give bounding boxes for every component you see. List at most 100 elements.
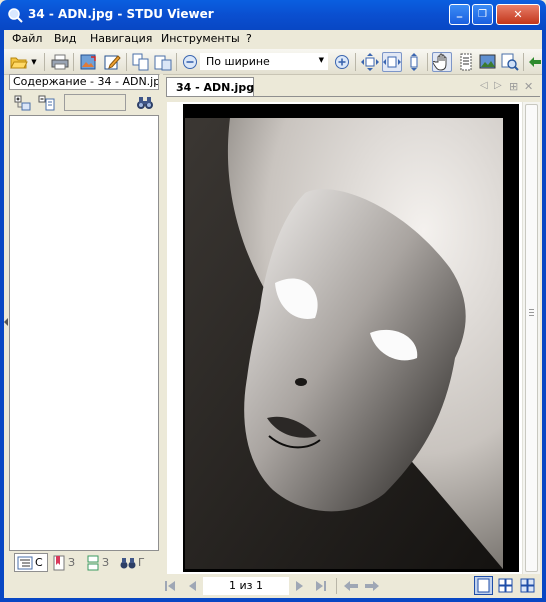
menu-help[interactable]: ? bbox=[246, 32, 252, 45]
zoom-in-icon bbox=[335, 55, 349, 69]
grid-pages-icon bbox=[498, 578, 513, 593]
previous-page-button[interactable] bbox=[184, 579, 200, 593]
fit-height-button[interactable] bbox=[404, 52, 424, 72]
collapse-tree-icon bbox=[38, 95, 55, 111]
toolbar-separator bbox=[523, 53, 524, 71]
two-page-layout-button[interactable] bbox=[496, 576, 515, 595]
contents-find-button[interactable] bbox=[136, 95, 154, 111]
single-page-layout-button[interactable] bbox=[474, 576, 493, 595]
edit-button[interactable] bbox=[102, 52, 122, 72]
copy-icon bbox=[132, 53, 149, 71]
zoom-out-icon bbox=[183, 55, 197, 69]
title-bar[interactable]: 34 - ADN.jpg - STDU Viewer _ ❐ ✕ bbox=[0, 0, 546, 30]
select-image-icon bbox=[479, 54, 496, 69]
tab-list-icon[interactable]: ⊞ bbox=[509, 80, 518, 93]
hand-tool-icon bbox=[433, 53, 447, 71]
contents-panel-tab[interactable]: Содержание - 34 - ADN.jpg bbox=[9, 74, 159, 90]
close-icon: ✕ bbox=[513, 8, 523, 21]
export-image-icon bbox=[80, 54, 96, 70]
last-page-button[interactable] bbox=[313, 579, 329, 593]
select-image-button[interactable] bbox=[478, 52, 498, 72]
chevron-down-icon: ▼ bbox=[318, 56, 324, 64]
history-forward-icon bbox=[365, 581, 379, 591]
export-image-button[interactable] bbox=[78, 52, 98, 72]
next-page-button[interactable] bbox=[292, 579, 308, 593]
mask-photo bbox=[185, 118, 503, 569]
hand-tool-button[interactable] bbox=[432, 52, 452, 72]
document-tab[interactable]: 34 - ADN.jpg bbox=[166, 77, 254, 97]
print-button[interactable] bbox=[50, 52, 70, 72]
toolbar-separator bbox=[355, 53, 356, 71]
tab-scroll-left-icon[interactable]: ◁ bbox=[480, 80, 488, 91]
scrollbar-thumb[interactable] bbox=[525, 104, 538, 572]
zoom-out-button[interactable] bbox=[180, 52, 200, 72]
tab-bookmarks[interactable]: З bbox=[52, 553, 82, 572]
menu-navigation[interactable]: Навигация bbox=[90, 32, 152, 45]
toolbar-separator bbox=[73, 53, 74, 71]
collapse-all-button[interactable] bbox=[38, 95, 56, 111]
tab-close-icon[interactable]: ✕ bbox=[524, 80, 533, 93]
toolbar-separator bbox=[427, 53, 428, 71]
zoom-select-value: По ширине bbox=[206, 55, 270, 68]
tab-scroll-right-icon[interactable]: ▷ bbox=[494, 80, 502, 91]
tab-strip-line bbox=[166, 96, 540, 97]
chevron-down-icon: ▼ bbox=[31, 58, 37, 66]
toolbar-separator bbox=[44, 53, 45, 71]
toolbar-separator bbox=[336, 578, 337, 594]
expand-tree-icon bbox=[14, 95, 31, 111]
magnifier-tool-button[interactable] bbox=[500, 52, 520, 72]
continuous-layout-button[interactable] bbox=[518, 576, 537, 595]
toolbar-separator bbox=[126, 53, 127, 71]
open-button[interactable] bbox=[9, 52, 29, 72]
open-dropdown-button[interactable]: ▼ bbox=[28, 52, 40, 72]
window-frame-left bbox=[0, 30, 4, 602]
zoom-in-button[interactable] bbox=[332, 52, 352, 72]
tab-contents-label: С bbox=[35, 556, 43, 569]
restore-button[interactable]: ❐ bbox=[472, 4, 493, 25]
restore-icon: ❐ bbox=[478, 9, 487, 20]
history-back-icon bbox=[344, 581, 358, 591]
back-button[interactable] bbox=[527, 52, 542, 72]
open-folder-icon bbox=[10, 57, 28, 69]
panel-splitter[interactable] bbox=[160, 74, 163, 574]
tab-search[interactable]: Г bbox=[120, 553, 154, 572]
tab-contents[interactable]: С bbox=[14, 553, 48, 572]
magnifier-tool-icon bbox=[501, 53, 519, 71]
contents-search-input[interactable] bbox=[64, 94, 126, 111]
next-page-icon bbox=[296, 581, 303, 591]
menu-file[interactable]: Файл bbox=[12, 32, 42, 45]
close-button[interactable]: ✕ bbox=[496, 4, 540, 25]
back-icon bbox=[528, 57, 541, 67]
menu-view[interactable]: Вид bbox=[54, 32, 76, 45]
tab-thumbnails[interactable]: З bbox=[86, 553, 116, 572]
menu-tools[interactable]: Инструменты bbox=[161, 32, 240, 45]
previous-page-icon bbox=[189, 581, 196, 591]
select-text-icon bbox=[460, 53, 472, 71]
single-page-icon bbox=[477, 578, 490, 593]
minimize-icon: _ bbox=[456, 5, 463, 18]
history-forward-button[interactable] bbox=[364, 579, 380, 593]
minimize-button[interactable]: _ bbox=[449, 4, 470, 25]
history-back-button[interactable] bbox=[343, 579, 359, 593]
select-text-button[interactable] bbox=[456, 52, 476, 72]
fit-width-button[interactable] bbox=[382, 52, 402, 72]
expand-all-button[interactable] bbox=[14, 95, 32, 111]
first-page-button[interactable] bbox=[162, 579, 178, 593]
copy-button[interactable] bbox=[131, 52, 151, 72]
contents-tree[interactable] bbox=[9, 115, 159, 551]
collapse-panel-arrow-icon[interactable] bbox=[4, 318, 8, 326]
fit-width-icon bbox=[383, 56, 401, 68]
first-page-icon bbox=[165, 581, 175, 591]
binoculars-icon bbox=[137, 97, 153, 109]
zoom-select[interactable]: По ширине ▼ bbox=[200, 53, 328, 70]
toolbar-separator bbox=[176, 53, 177, 71]
vertical-scrollbar[interactable] bbox=[522, 102, 540, 576]
search-binoculars-icon bbox=[120, 557, 136, 568]
fit-page-button[interactable] bbox=[360, 52, 380, 72]
paste-icon bbox=[154, 55, 172, 71]
continuous-pages-icon bbox=[520, 578, 535, 593]
page-number-field[interactable]: 1 из 1 bbox=[203, 577, 289, 595]
tab-bookmarks-label: З bbox=[68, 556, 76, 569]
paste-button[interactable] bbox=[153, 52, 173, 72]
tab-thumbnails-label: З bbox=[102, 556, 110, 569]
